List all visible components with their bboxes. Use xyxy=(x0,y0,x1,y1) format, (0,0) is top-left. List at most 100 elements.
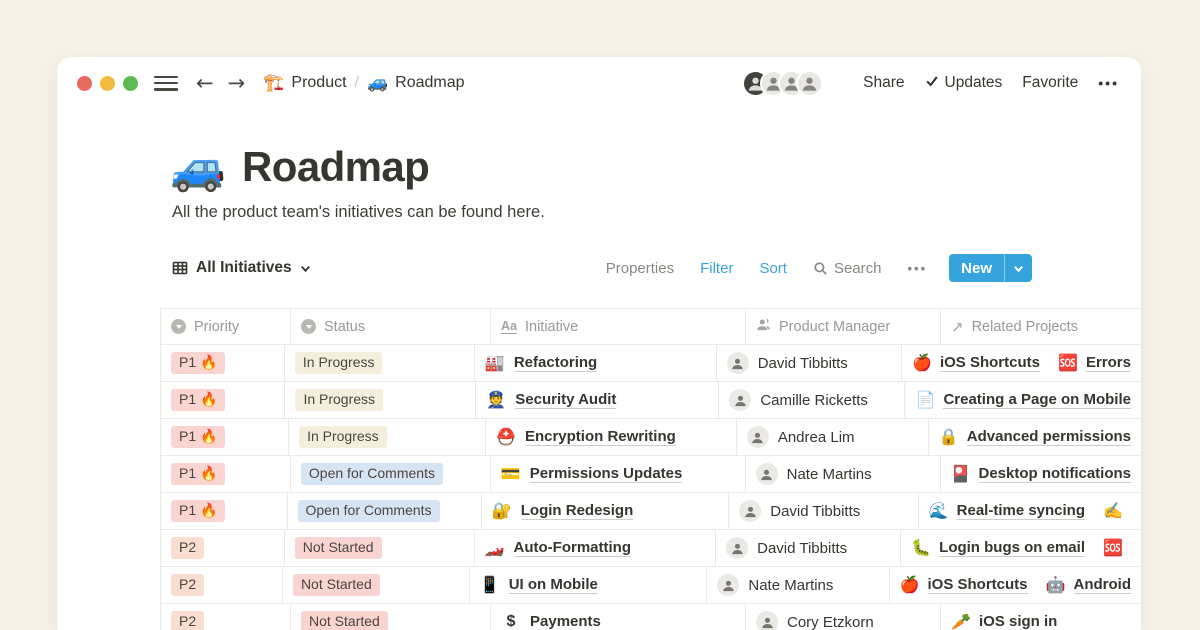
initiative-cell[interactable]: 🔐Login Redesign xyxy=(482,493,729,529)
column-header-initiative[interactable]: Aa Initiative xyxy=(491,309,746,344)
status-cell[interactable]: In Progress xyxy=(285,382,476,418)
related-projects-cell[interactable]: 🎴Desktop notifications xyxy=(941,456,1142,492)
related-project-link[interactable]: Advanced permissions xyxy=(967,428,1131,447)
initiative-link[interactable]: Payments xyxy=(530,613,601,630)
table-row: P1 🔥 Open for Comments 🔐Login Redesign D… xyxy=(161,493,1141,530)
related-project-link[interactable]: iOS Shortcuts xyxy=(928,576,1028,595)
manager-cell[interactable]: David Tibbitts xyxy=(716,530,901,566)
chevron-down-icon xyxy=(1013,263,1024,274)
sidebar-menu-icon[interactable] xyxy=(154,76,178,91)
manager-cell[interactable]: Nate Martins xyxy=(707,567,889,603)
filter-button[interactable]: Filter xyxy=(700,260,733,277)
related-project-link[interactable]: iOS sign in xyxy=(979,613,1057,630)
priority-cell[interactable]: P1 🔥 xyxy=(161,419,289,455)
initiative-cell[interactable]: ⛑️Encryption Rewriting xyxy=(486,419,737,455)
column-header-product-manager[interactable]: Product Manager xyxy=(746,309,941,344)
related-project-link[interactable]: Real-time syncing xyxy=(957,502,1085,521)
new-button[interactable]: New xyxy=(949,254,1032,282)
column-header-status[interactable]: Status xyxy=(291,309,491,344)
manager-cell[interactable]: Nate Martins xyxy=(746,456,941,492)
properties-button[interactable]: Properties xyxy=(606,260,674,277)
status-cell[interactable]: In Progress xyxy=(289,419,486,455)
initiative-link[interactable]: Permissions Updates xyxy=(530,465,683,484)
manager-cell[interactable]: David Tibbitts xyxy=(717,345,902,381)
status-cell[interactable]: Not Started xyxy=(291,604,491,630)
related-projects-cell[interactable]: 🍎iOS Shortcuts 🆘Errors xyxy=(902,345,1141,381)
breadcrumb-item-roadmap[interactable]: 🚙 Roadmap xyxy=(367,73,465,93)
view-selector[interactable]: All Initiatives xyxy=(172,259,311,277)
new-dropdown-button[interactable] xyxy=(1005,254,1032,282)
search-button[interactable]: Search xyxy=(813,260,882,277)
manager-cell[interactable]: Andrea Lim xyxy=(737,419,929,455)
priority-cell[interactable]: P1 🔥 xyxy=(161,456,291,492)
initiative-cell[interactable]: 📱UI on Mobile xyxy=(470,567,708,603)
manager-cell[interactable]: Cory Etzkorn xyxy=(746,604,941,630)
priority-cell[interactable]: P1 🔥 xyxy=(161,345,285,381)
status-cell[interactable]: Not Started xyxy=(283,567,470,603)
breadcrumb-item-product[interactable]: 🏗️ Product xyxy=(263,73,346,93)
initiative-cell[interactable]: $Payments xyxy=(491,604,746,630)
initiative-cell[interactable]: 💳Permissions Updates xyxy=(491,456,746,492)
related-project-link[interactable]: Login bugs on email xyxy=(939,539,1085,558)
related-projects-cell[interactable]: 🍎iOS Shortcuts 🤖Android xyxy=(890,567,1142,603)
priority-cell[interactable]: P1 🔥 xyxy=(161,493,288,529)
initiative-cell[interactable]: 🏎️Auto-Formatting xyxy=(475,530,717,566)
back-arrow-icon[interactable]: ← xyxy=(196,73,214,94)
related-project-link[interactable]: Creating a Page on Mobile xyxy=(943,391,1131,410)
page-icon-car[interactable]: 🚙 xyxy=(170,145,226,190)
minimize-window-button[interactable] xyxy=(100,76,115,91)
column-header-related-projects[interactable]: ↗ Related Projects xyxy=(941,309,1088,344)
car-icon: 🚙 xyxy=(367,73,388,93)
related-projects-cell[interactable]: 🐛Login bugs on email 🆘 xyxy=(901,530,1141,566)
related-project-link[interactable]: Android xyxy=(1074,576,1132,595)
priority-cell[interactable]: P1 🔥 xyxy=(161,382,285,418)
view-more-options-icon[interactable]: ••• xyxy=(908,261,928,276)
forward-arrow-icon[interactable]: → xyxy=(228,73,246,94)
status-cell[interactable]: Open for Comments xyxy=(291,456,491,492)
initiative-cell[interactable]: 🏭Refactoring xyxy=(475,345,717,381)
table-header-row: Priority Status Aa Initiative Product Ma… xyxy=(161,309,1141,345)
related-projects-cell[interactable]: 🌊Real-time syncing ✍️ xyxy=(919,493,1141,529)
sort-button[interactable]: Sort xyxy=(759,260,787,277)
window-controls xyxy=(77,76,138,91)
initiative-link[interactable]: Encryption Rewriting xyxy=(525,428,676,447)
status-tag: In Progress xyxy=(295,352,383,375)
manager-cell[interactable]: Camille Ricketts xyxy=(719,382,905,418)
priority-cell[interactable]: P2 xyxy=(161,567,283,603)
status-cell[interactable]: Open for Comments xyxy=(288,493,482,529)
related-project-link[interactable]: Errors xyxy=(1086,354,1131,373)
initiative-link[interactable]: Auto-Formatting xyxy=(514,539,631,558)
zoom-window-button[interactable] xyxy=(123,76,138,91)
table-row: P1 🔥 In Progress ⛑️Encryption Rewriting … xyxy=(161,419,1141,456)
initiative-link[interactable]: Security Audit xyxy=(515,391,616,410)
status-cell[interactable]: Not Started xyxy=(285,530,475,566)
status-cell[interactable]: In Progress xyxy=(285,345,475,381)
close-window-button[interactable] xyxy=(77,76,92,91)
breadcrumb-label: Product xyxy=(291,74,346,92)
initiative-link[interactable]: Refactoring xyxy=(514,354,597,373)
more-options-icon[interactable]: ••• xyxy=(1098,75,1119,91)
related-projects-cell[interactable]: 🔒Advanced permissions xyxy=(929,419,1141,455)
manager-name: Nate Martins xyxy=(787,466,872,483)
page-title: Roadmap xyxy=(242,143,429,191)
share-button[interactable]: Share xyxy=(863,74,904,92)
related-project-link[interactable]: Desktop notifications xyxy=(979,465,1132,484)
avatar xyxy=(739,500,761,522)
favorite-button[interactable]: Favorite xyxy=(1022,74,1078,92)
initiative-link[interactable]: UI on Mobile xyxy=(509,576,598,595)
updates-button[interactable]: Updates xyxy=(925,74,1003,93)
priority-cell[interactable]: P2 xyxy=(161,530,285,566)
avatar[interactable] xyxy=(796,70,823,97)
table-row: P2 Not Started 📱UI on Mobile Nate Martin… xyxy=(161,567,1141,604)
related-project-link[interactable]: iOS Shortcuts xyxy=(940,354,1040,373)
column-header-priority[interactable]: Priority xyxy=(161,309,291,344)
database-view-bar: All Initiatives Properties Filter Sort S… xyxy=(172,252,1032,284)
initiative-link[interactable]: Login Redesign xyxy=(521,502,634,521)
initiative-cell[interactable]: 👮Security Audit xyxy=(476,382,719,418)
title-property-icon: Aa xyxy=(501,319,517,334)
relation-property-icon: ↗ xyxy=(951,318,964,336)
priority-cell[interactable]: P2 xyxy=(161,604,291,630)
manager-cell[interactable]: David Tibbitts xyxy=(729,493,918,529)
related-projects-cell[interactable]: 🥕iOS sign in xyxy=(941,604,1067,630)
related-projects-cell[interactable]: 📄Creating a Page on Mobile xyxy=(905,382,1141,418)
